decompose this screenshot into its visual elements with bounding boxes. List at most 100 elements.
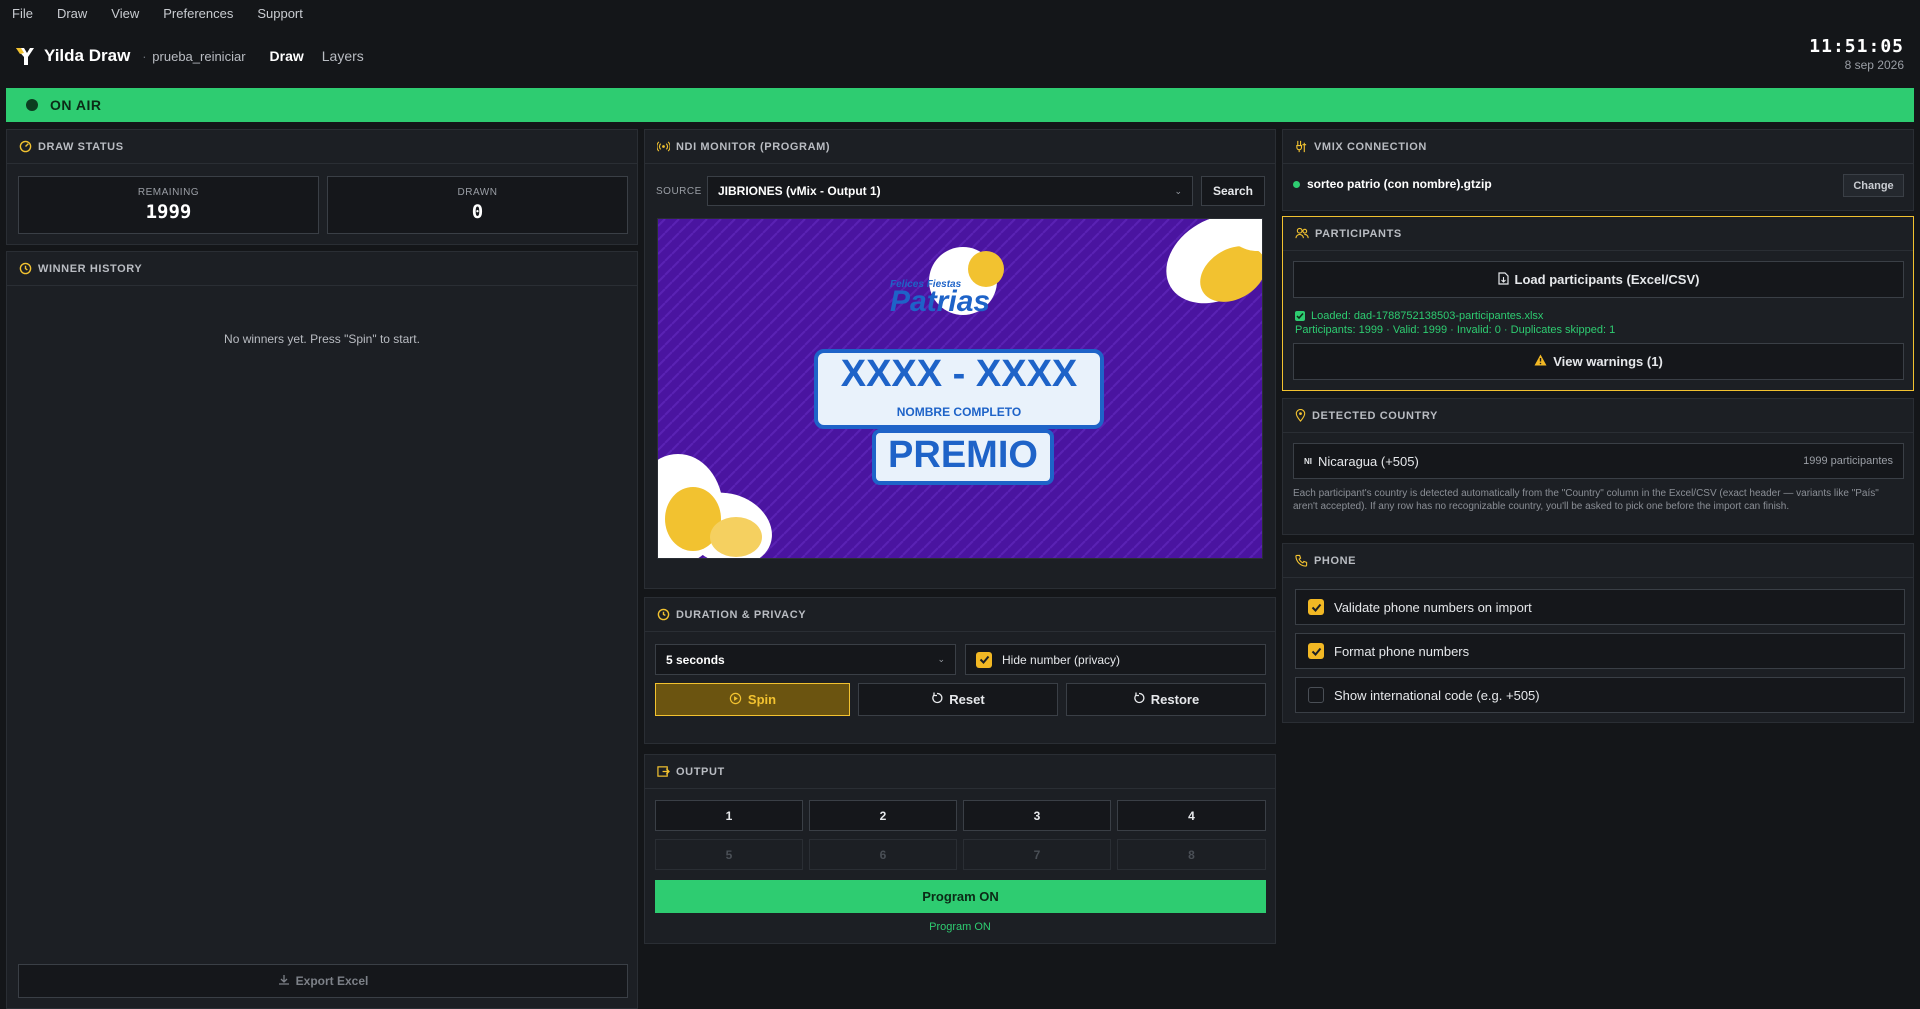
- country-count: 1999 participantes: [1803, 455, 1893, 467]
- output-button-2[interactable]: 2: [809, 800, 957, 831]
- flag-icon: NI: [1304, 456, 1312, 466]
- ndi-monitor-title: NDI MONITOR (PROGRAM): [676, 140, 831, 153]
- detected-country-title: DETECTED COUNTRY: [1312, 409, 1438, 422]
- output-button-5[interactable]: 5: [655, 839, 803, 870]
- chevron-down-icon: ⌄: [1174, 185, 1182, 196]
- restore-button[interactable]: Restore: [1066, 683, 1266, 716]
- spin-label: Spin: [747, 692, 777, 707]
- output-button-4[interactable]: 4: [1117, 800, 1266, 831]
- international-code-label: Show international code (e.g. +505): [1334, 687, 1540, 703]
- file-icon: [1497, 271, 1509, 288]
- clock-icon: [657, 608, 670, 621]
- remaining-value: 1999: [145, 201, 192, 223]
- menu-draw[interactable]: Draw: [57, 6, 87, 21]
- drawn-value: 0: [471, 201, 484, 223]
- on-air-banner: ON AIR: [6, 88, 1914, 122]
- remaining-stat: REMAINING 1999: [18, 176, 319, 234]
- output-button-1[interactable]: 1: [655, 800, 803, 831]
- view-warnings-label: View warnings (1): [1553, 354, 1663, 369]
- program-on-button[interactable]: Program ON: [655, 880, 1266, 913]
- users-icon: [1295, 227, 1309, 240]
- nav-draw-tab[interactable]: Draw: [270, 48, 304, 64]
- validate-phone-toggle[interactable]: Validate phone numbers on import: [1295, 589, 1905, 625]
- drawn-label: DRAWN: [457, 187, 498, 198]
- export-excel-button[interactable]: Export Excel: [18, 964, 628, 998]
- gauge-icon: [19, 140, 32, 153]
- output-button-label: 6: [879, 847, 887, 862]
- duration-select[interactable]: 5 seconds ⌄: [655, 644, 956, 675]
- chevron-down-icon: ⌄: [937, 654, 945, 664]
- output-button-6[interactable]: 6: [809, 839, 957, 870]
- spin-button[interactable]: Spin: [655, 683, 850, 716]
- top-bar: Yilda Draw prueba_reiniciar Draw Layers: [0, 26, 1920, 86]
- logo-big-text: Patrias: [890, 285, 991, 318]
- export-excel-label: Export Excel: [295, 974, 369, 988]
- menu-view[interactable]: View: [111, 6, 139, 21]
- restore-label: Restore: [1150, 692, 1200, 707]
- output-button-label: 8: [1188, 847, 1195, 862]
- menu-preferences[interactable]: Preferences: [163, 6, 233, 21]
- map-pin-icon: [1295, 409, 1306, 422]
- output-title: OUTPUT: [676, 765, 725, 778]
- load-participants-button[interactable]: Load participants (Excel/CSV): [1293, 261, 1904, 298]
- search-button[interactable]: Search: [1201, 176, 1265, 206]
- output-panel: OUTPUT 1 2 3 4 5 6 7 8 Program ON Progra…: [644, 754, 1276, 944]
- source-select[interactable]: JIBRIONES (vMix - Output 1) ⌄: [707, 176, 1193, 206]
- vmix-file-name: sorteo patrio (con nombre).gtzip: [1307, 177, 1492, 191]
- duration-value: 5 seconds: [666, 652, 725, 667]
- nav-layers-tab[interactable]: Layers: [322, 48, 364, 64]
- menu-file[interactable]: File: [12, 6, 33, 21]
- empty-history-text: No winners yet. Press "Spin" to start.: [224, 332, 420, 346]
- clock-time: 11:51:05: [1809, 36, 1904, 57]
- preview-prize: PREMIO: [888, 434, 1038, 476]
- international-code-toggle[interactable]: Show international code (e.g. +505): [1295, 677, 1905, 713]
- validate-phone-label: Validate phone numbers on import: [1334, 599, 1532, 615]
- checkbox-checked-icon[interactable]: [976, 651, 992, 668]
- menu-support[interactable]: Support: [257, 6, 303, 21]
- warning-icon: [1534, 354, 1547, 369]
- draw-status-title: DRAW STATUS: [38, 140, 124, 153]
- connection-status-dot: [1293, 181, 1300, 188]
- checkbox-checked-icon[interactable]: [1308, 643, 1324, 659]
- country-name: Nicaragua (+505): [1318, 453, 1419, 469]
- output-icon: [657, 765, 670, 778]
- view-warnings-button[interactable]: View warnings (1): [1293, 343, 1904, 380]
- loaded-file-text: Loaded: dad-1788752138503-participantes.…: [1311, 310, 1544, 322]
- participants-panel: PARTICIPANTS Load participants (Excel/CS…: [1282, 216, 1914, 391]
- output-button-3[interactable]: 3: [963, 800, 1111, 831]
- format-phone-toggle[interactable]: Format phone numbers: [1295, 633, 1905, 669]
- country-display: NI Nicaragua (+505) 1999 participantes: [1293, 443, 1904, 479]
- hide-number-toggle[interactable]: Hide number (privacy): [965, 644, 1266, 675]
- output-button-label: 2: [879, 808, 887, 823]
- duration-privacy-title: DURATION & PRIVACY: [676, 608, 807, 621]
- change-file-button[interactable]: Change: [1843, 174, 1904, 197]
- draw-status-panel: DRAW STATUS REMAINING 1999 DRAWN 0: [6, 129, 638, 245]
- app-logo: Yilda Draw: [14, 45, 130, 67]
- drawn-stat: DRAWN 0: [327, 176, 628, 234]
- reset-button[interactable]: Reset: [858, 683, 1058, 716]
- participants-stats: Participants: 1999 · Valid: 1999 · Inval…: [1295, 324, 1616, 336]
- checkbox-checked-icon[interactable]: [1308, 599, 1324, 615]
- remaining-label: REMAINING: [137, 187, 200, 198]
- preview-name: NOMBRE COMPLETO: [896, 405, 1022, 419]
- program-preview: Felices Fiestas Patrias XXXX - XXXX NOMB…: [657, 218, 1263, 559]
- vmix-connection-panel: VMIX CONNECTION sorteo patrio (con nombr…: [1282, 129, 1914, 211]
- project-name[interactable]: prueba_reiniciar: [142, 49, 245, 64]
- output-button-label: 5: [725, 847, 733, 862]
- on-air-label: ON AIR: [50, 97, 102, 113]
- output-button-label: 1: [725, 808, 733, 823]
- phone-title: PHONE: [1314, 554, 1357, 567]
- program-on-label: Program ON: [922, 889, 999, 904]
- check-square-icon: [1295, 311, 1305, 321]
- program-status-text: Program ON: [929, 921, 991, 933]
- checkbox-unchecked-icon[interactable]: [1308, 687, 1324, 703]
- winner-history-title: WINNER HISTORY: [38, 262, 143, 275]
- winner-history-panel: WINNER HISTORY No winners yet. Press "Sp…: [6, 251, 638, 1009]
- output-button-7[interactable]: 7: [963, 839, 1111, 870]
- ndi-monitor-panel: NDI MONITOR (PROGRAM) SOURCE JIBRIONES (…: [644, 129, 1276, 589]
- menu-bar: File Draw View Preferences Support: [0, 0, 1920, 26]
- plug-icon: [1295, 140, 1308, 153]
- reset-label: Reset: [949, 692, 985, 707]
- duration-privacy-panel: DURATION & PRIVACY 5 seconds ⌄ Hide numb…: [644, 597, 1276, 744]
- output-button-8[interactable]: 8: [1117, 839, 1266, 870]
